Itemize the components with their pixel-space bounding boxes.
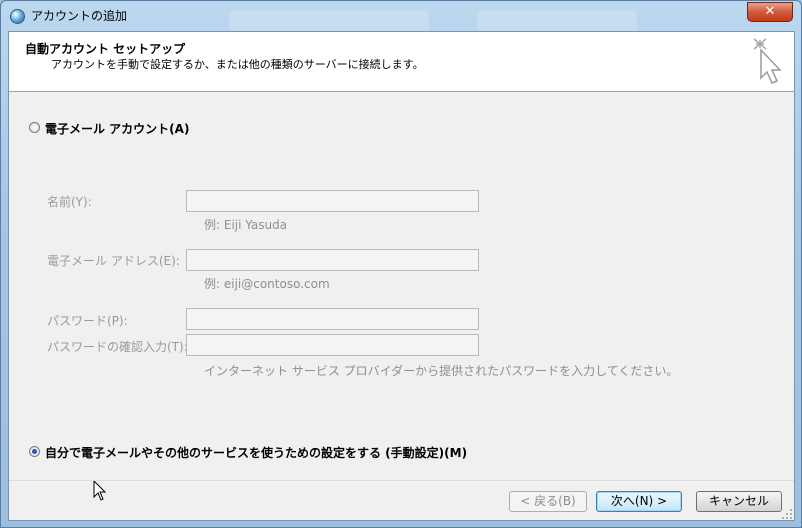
name-input[interactable] (186, 190, 479, 212)
wizard-header: 自動アカウント セットアップ アカウントを手動で設定するか、または他の種類のサー… (9, 32, 794, 92)
add-account-window: アカウントの追加 ✕ 自動アカウント セットアップ アカウントを手動で設定するか… (0, 0, 802, 528)
window-title: アカウントの追加 (31, 9, 128, 23)
sparkle-cursor-icon (753, 38, 782, 84)
button-area-separator (9, 480, 794, 481)
email-address-label: 電子メール アドレス(E): (47, 254, 180, 268)
manual-setup-radio[interactable] (29, 446, 40, 457)
email-account-label[interactable]: 電子メール アカウント(A) (45, 120, 189, 137)
background-window-ghost-2 (477, 11, 637, 31)
dialog-client-area: 自動アカウント セットアップ アカウントを手動で設定するか、または他の種類のサー… (8, 31, 795, 521)
background-window-ghost (229, 11, 429, 31)
email-hint: 例: eiji@contoso.com (204, 277, 330, 291)
next-button[interactable]: 次へ(N) > (596, 491, 682, 512)
back-button[interactable]: < 戻る(B) (509, 491, 587, 512)
title-bar[interactable]: アカウントの追加 ✕ (1, 1, 801, 31)
email-account-radio[interactable] (29, 122, 40, 133)
mouse-pointer-icon (93, 480, 107, 501)
email-address-input[interactable] (186, 249, 479, 271)
resize-grip-icon[interactable] (781, 508, 793, 520)
password-confirm-input[interactable] (186, 334, 479, 356)
outlook-app-icon (10, 9, 25, 24)
name-hint: 例: Eiji Yasuda (204, 218, 288, 232)
password-label: パスワード(P): (47, 314, 128, 328)
password-confirm-label: パスワードの確認入力(T): (47, 340, 188, 354)
header-title: 自動アカウント セットアップ (25, 42, 186, 56)
manual-setup-label[interactable]: 自分で電子メールやその他のサービスを使うための設定をする (手動設定)(M) (45, 444, 467, 461)
password-hint: インターネット サービス プロバイダーから提供されたパスワードを入力してください… (204, 364, 679, 378)
password-input[interactable] (186, 308, 479, 330)
close-button[interactable]: ✕ (747, 2, 793, 22)
name-label: 名前(Y): (47, 195, 92, 209)
header-subtitle: アカウントを手動で設定するか、または他の種類のサーバーに接続します。 (51, 58, 424, 71)
cancel-button[interactable]: キャンセル (696, 491, 782, 512)
